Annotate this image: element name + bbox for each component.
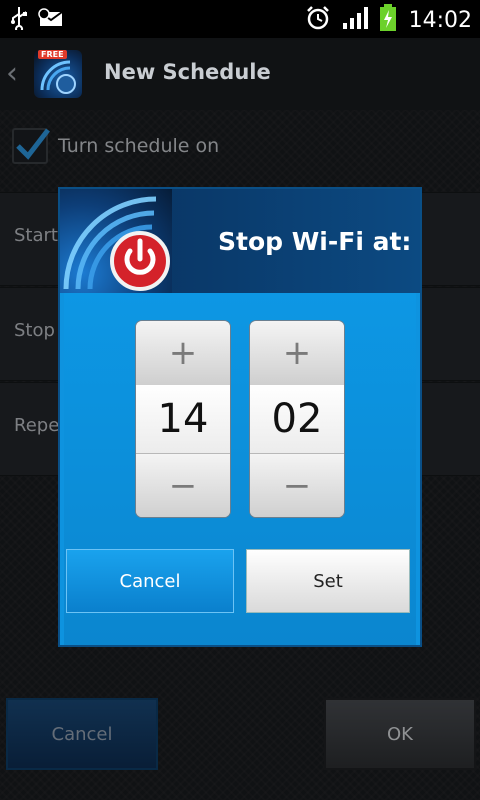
dialog-cancel-label: Cancel [119,570,181,592]
minute-spinner: + 02 − [250,321,344,517]
free-badge: FREE [38,50,67,59]
dialog-header: Stop Wi-Fi at: [60,189,420,293]
dialog-set-button[interactable]: Set [246,549,410,613]
dialog-cancel-button[interactable]: Cancel [66,549,234,613]
signal-icon [341,5,369,35]
alarm-icon [305,5,331,35]
usb-icon [10,6,28,34]
minute-decrement-button[interactable]: − [250,453,344,517]
page-title: New Schedule [104,60,271,84]
minus-icon: − [168,466,198,506]
notification-icon [38,6,64,34]
hour-value[interactable]: 14 [136,385,230,453]
minute-value[interactable]: 02 [250,385,344,453]
app-icon[interactable]: FREE [34,50,82,98]
hour-spinner: + 14 − [136,321,230,517]
time-picker-dialog: Stop Wi-Fi at: + 14 − + 02 − Cancel Set [60,189,420,645]
hour-decrement-button[interactable]: − [136,453,230,517]
battery-charging-icon [379,4,397,36]
plus-icon: + [282,333,312,373]
hour-increment-button[interactable]: + [136,321,230,386]
minute-increment-button[interactable]: + [250,321,344,386]
dialog-logo [60,189,172,293]
app-header: ‹ FREE New Schedule [0,38,480,111]
minus-icon: − [282,466,312,506]
dialog-set-label: Set [313,570,343,592]
clock-time: 14:02 [408,7,472,33]
plus-icon: + [168,333,198,373]
dialog-title: Stop Wi-Fi at: [218,227,412,256]
status-bar: 14:02 [0,0,480,38]
back-chevron-icon[interactable]: ‹ [6,56,18,91]
dialog-body: + 14 − + 02 − Cancel Set [64,293,416,645]
wifi-power-icon [63,196,170,291]
